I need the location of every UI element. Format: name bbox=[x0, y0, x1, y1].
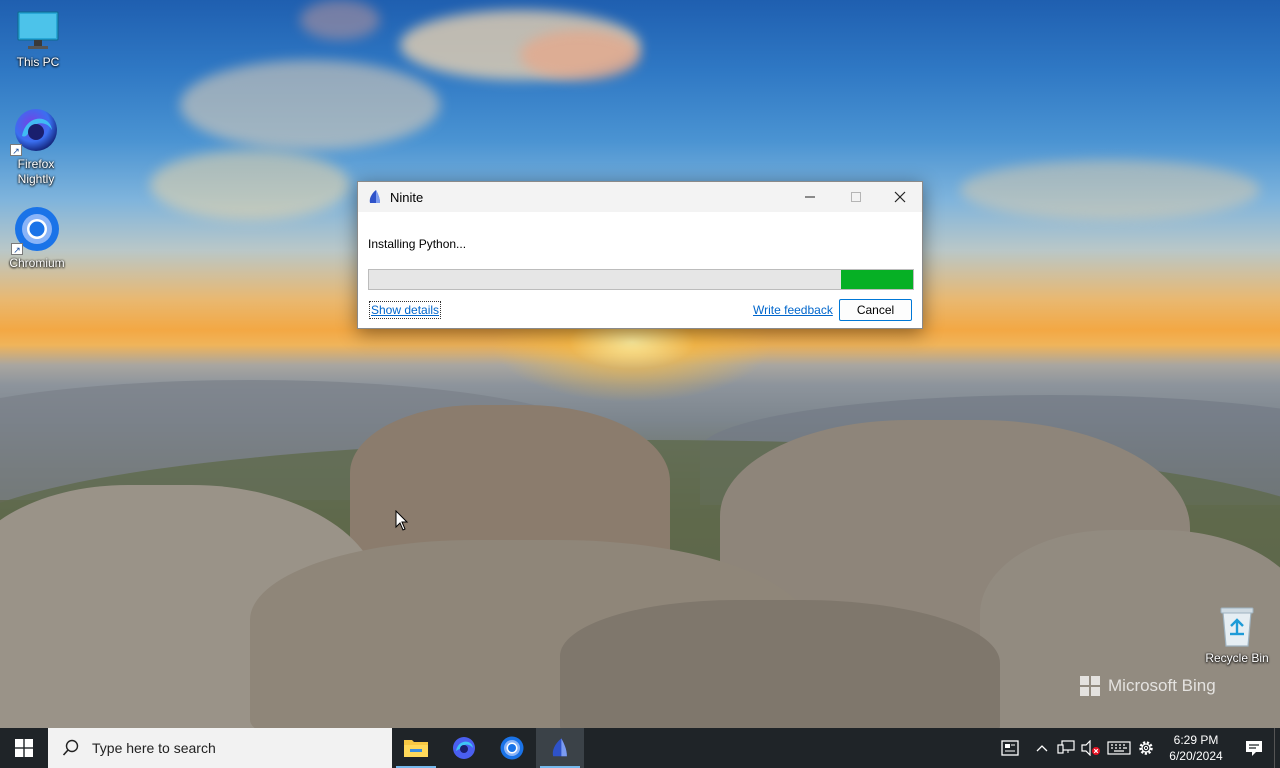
network-icon bbox=[1057, 740, 1075, 754]
chromium-icon: ↗ bbox=[11, 205, 61, 255]
desktop-icon-this-pc[interactable]: This PC bbox=[0, 10, 76, 70]
settings-tray-button[interactable] bbox=[1134, 728, 1158, 768]
recycle-bin-icon bbox=[1217, 604, 1257, 648]
gear-icon bbox=[1139, 741, 1153, 755]
maximize-button bbox=[833, 182, 879, 212]
desktop-icon-label: Firefox Nightly bbox=[17, 157, 55, 186]
install-progress-bar bbox=[368, 269, 914, 290]
taskbar-app-file-explorer[interactable] bbox=[392, 728, 440, 768]
wallpaper-cloud bbox=[300, 0, 380, 40]
start-button[interactable] bbox=[0, 728, 48, 768]
ninite-icon bbox=[369, 190, 380, 203]
maximize-icon bbox=[851, 192, 861, 202]
clock-time: 6:29 PM bbox=[1173, 733, 1219, 747]
progress-bar-fill bbox=[841, 270, 913, 289]
desktop-icon-chromium[interactable]: ↗ Chromium bbox=[0, 205, 75, 271]
window-title: Ninite bbox=[390, 189, 424, 205]
clock-date: 6/20/2024 bbox=[1169, 749, 1223, 763]
desktop-icon-label: This PC bbox=[16, 55, 60, 69]
desktop-icon-firefox-nightly[interactable]: ↗ Firefox Nightly bbox=[0, 106, 74, 187]
desktop-icon-recycle-bin[interactable]: Recycle Bin bbox=[1199, 604, 1275, 666]
chevron-up-icon bbox=[1036, 745, 1048, 752]
file-explorer-icon bbox=[404, 740, 428, 757]
bing-watermark: Microsoft Bing bbox=[1080, 676, 1216, 696]
cancel-button[interactable]: Cancel bbox=[839, 299, 912, 321]
taskbar-clock[interactable]: 6:29 PM 6/20/2024 bbox=[1158, 728, 1234, 768]
close-button[interactable] bbox=[877, 182, 923, 212]
show-details-link[interactable]: Show details bbox=[368, 301, 442, 319]
wallpaper-cloud bbox=[150, 150, 350, 220]
chromium-icon bbox=[500, 736, 524, 760]
window-titlebar[interactable]: Ninite bbox=[358, 182, 922, 212]
wallpaper-rock bbox=[560, 600, 1000, 728]
write-feedback-link[interactable]: Write feedback bbox=[753, 303, 833, 317]
taskbar-app-firefox-nightly[interactable] bbox=[440, 728, 488, 768]
news-icon bbox=[1001, 740, 1019, 756]
wallpaper-cloud bbox=[180, 60, 440, 150]
taskbar-search-box[interactable]: Type here to search bbox=[48, 728, 392, 768]
close-icon bbox=[894, 191, 906, 203]
action-center-button[interactable] bbox=[1234, 728, 1274, 768]
firefox-nightly-icon: ↗ bbox=[10, 106, 60, 156]
monitor-icon bbox=[16, 10, 60, 52]
ninite-window[interactable]: Ninite Installing Python... Show details… bbox=[357, 181, 923, 329]
microsoft-logo-icon bbox=[1080, 676, 1100, 696]
minimize-button[interactable] bbox=[787, 182, 833, 212]
desktop-icon-label: Chromium bbox=[9, 256, 65, 270]
mouse-cursor-icon bbox=[395, 510, 409, 531]
watermark-text: Microsoft Bing bbox=[1108, 676, 1216, 695]
network-status[interactable] bbox=[1054, 728, 1078, 768]
notification-icon bbox=[1246, 741, 1262, 756]
desktop-wallpaper bbox=[0, 0, 1280, 728]
ninite-icon bbox=[552, 738, 567, 757]
shortcut-arrow-icon: ↗ bbox=[11, 243, 23, 255]
keyboard-icon bbox=[1107, 741, 1131, 755]
touch-keyboard-button[interactable] bbox=[1104, 728, 1134, 768]
taskbar: Type here to search 6:29 PM 6/20/2024 bbox=[0, 728, 1280, 768]
show-desktop-button[interactable] bbox=[1274, 728, 1280, 768]
show-hidden-icons-button[interactable] bbox=[1030, 728, 1054, 768]
volume-muted-icon bbox=[1081, 740, 1100, 756]
wallpaper-cloud bbox=[520, 30, 640, 80]
search-icon bbox=[62, 739, 79, 756]
shortcut-arrow-icon: ↗ bbox=[10, 144, 22, 156]
minimize-icon bbox=[805, 196, 815, 198]
install-status-text: Installing Python... bbox=[368, 237, 467, 251]
search-placeholder: Type here to search bbox=[92, 740, 216, 756]
firefox-nightly-icon bbox=[453, 737, 475, 759]
taskbar-app-ninite[interactable] bbox=[536, 728, 584, 768]
system-tray: 6:29 PM 6/20/2024 bbox=[990, 728, 1280, 768]
wallpaper-cloud bbox=[960, 160, 1260, 220]
tray-news-widget[interactable] bbox=[990, 728, 1030, 768]
desktop-icon-label: Recycle Bin bbox=[1205, 651, 1269, 665]
taskbar-app-chromium[interactable] bbox=[488, 728, 536, 768]
windows-logo-icon bbox=[15, 739, 33, 757]
volume-status[interactable] bbox=[1078, 728, 1104, 768]
